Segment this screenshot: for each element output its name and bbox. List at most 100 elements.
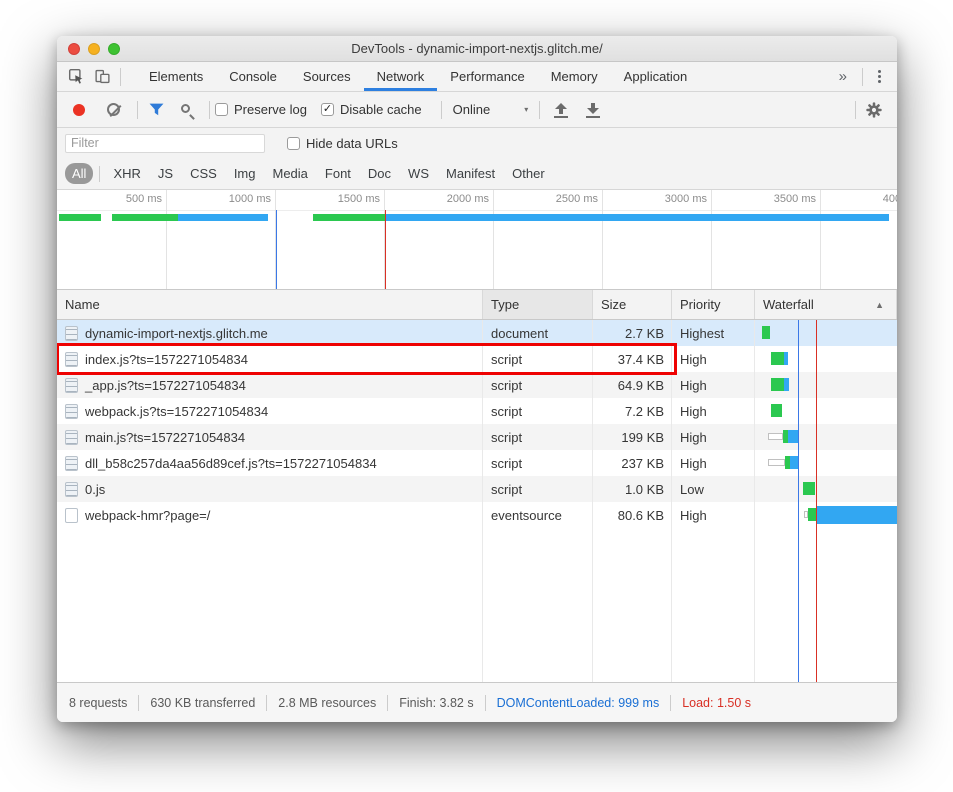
waterfall-cell[interactable]	[755, 502, 897, 528]
waterfall-cell[interactable]	[755, 398, 897, 424]
file-icon	[65, 482, 78, 497]
type-filter-img[interactable]: Img	[227, 163, 263, 184]
waterfall-cell[interactable]	[755, 372, 897, 398]
request-name-cell[interactable]: main.js?ts=1572271054834	[57, 424, 483, 450]
type-filter-manifest[interactable]: Manifest	[439, 163, 502, 184]
type-filter-font[interactable]: Font	[318, 163, 358, 184]
divider	[99, 166, 100, 182]
type-filter-media[interactable]: Media	[265, 163, 314, 184]
column-header-size[interactable]: Size	[593, 290, 672, 319]
filter-funnel-icon[interactable]	[143, 98, 169, 122]
table-row[interactable]: main.js?ts=1572271054834script199 KBHigh	[57, 424, 897, 450]
hide-data-urls-label[interactable]: Hide data URLs	[306, 136, 398, 151]
table-row[interactable]: dll_b58c257da4aa56d89cef.js?ts=157227105…	[57, 450, 897, 476]
type-filter-doc[interactable]: Doc	[361, 163, 398, 184]
divider	[57, 210, 897, 211]
status-item: 2.8 MB resources	[278, 696, 376, 710]
tab-performance[interactable]: Performance	[437, 62, 537, 91]
type-filter-ws[interactable]: WS	[401, 163, 436, 184]
clear-network-log-icon[interactable]	[107, 103, 120, 116]
import-har-icon[interactable]	[553, 102, 569, 118]
tab-memory[interactable]: Memory	[538, 62, 611, 91]
waterfall-waiting-bar	[762, 326, 770, 339]
close-window-icon[interactable]	[68, 43, 80, 55]
tab-elements[interactable]: Elements	[136, 62, 216, 91]
more-tabs-chevron-icon[interactable]: »	[829, 68, 857, 85]
request-name-cell[interactable]: dynamic-import-nextjs.glitch.me	[57, 320, 483, 346]
request-name-cell[interactable]: dll_b58c257da4aa56d89cef.js?ts=157227105…	[57, 450, 483, 476]
waterfall-download-bar	[784, 352, 788, 365]
status-item: Load: 1.50 s	[682, 696, 751, 710]
table-row[interactable]: webpack-hmr?page=/ eventsource80.6 KBHigh	[57, 502, 897, 528]
table-row[interactable]: 0.jsscript1.0 KBLow	[57, 476, 897, 502]
table-row[interactable]: dynamic-import-nextjs.glitch.medocument2…	[57, 320, 897, 346]
search-icon[interactable]	[181, 104, 190, 113]
devtools-menu-icon[interactable]	[868, 70, 891, 83]
request-size-cell: 80.6 KB	[593, 502, 672, 528]
requests-table-body: dynamic-import-nextjs.glitch.medocument2…	[57, 320, 897, 682]
timeline-gridline	[820, 190, 821, 289]
record-network-log-icon[interactable]	[73, 104, 85, 116]
column-header-type[interactable]: Type	[483, 290, 593, 319]
waterfall-cell[interactable]	[755, 320, 897, 346]
divider	[485, 695, 486, 711]
hide-data-urls-checkbox[interactable]	[287, 137, 300, 150]
tab-network[interactable]: Network	[364, 62, 438, 91]
request-priority-cell: High	[672, 450, 755, 476]
column-header-waterfall[interactable]: Waterfall▲	[755, 290, 897, 319]
table-row[interactable]: index.js?ts=1572271054834script37.4 KBHi…	[57, 346, 897, 372]
request-type-cell: script	[483, 398, 593, 424]
column-header-priority[interactable]: Priority	[672, 290, 755, 319]
request-type-cell: eventsource	[483, 502, 593, 528]
device-toolbar-icon[interactable]	[89, 65, 115, 89]
file-icon	[65, 404, 78, 419]
preserve-log-label[interactable]: Preserve log	[234, 102, 307, 117]
zoom-window-icon[interactable]	[108, 43, 120, 55]
type-filter-js[interactable]: JS	[151, 163, 180, 184]
waterfall-cell[interactable]	[755, 346, 897, 372]
request-name-cell[interactable]: webpack-hmr?page=/	[57, 502, 483, 528]
request-size-cell: 2.7 KB	[593, 320, 672, 346]
table-row[interactable]: _app.js?ts=1572271054834script64.9 KBHig…	[57, 372, 897, 398]
export-har-icon[interactable]	[585, 102, 601, 118]
table-row[interactable]: webpack.js?ts=1572271054834script7.2 KBH…	[57, 398, 897, 424]
waterfall-cell[interactable]	[755, 424, 897, 450]
waterfall-cell[interactable]	[755, 476, 897, 502]
column-header-label: Size	[601, 297, 626, 312]
request-priority-cell: High	[672, 502, 755, 528]
request-name: webpack-hmr?page=/	[85, 508, 210, 523]
overview-waiting-bar	[112, 214, 178, 221]
request-size-cell: 1.0 KB	[593, 476, 672, 502]
type-filter-other[interactable]: Other	[505, 163, 552, 184]
tab-application[interactable]: Application	[611, 62, 701, 91]
request-name-cell[interactable]: index.js?ts=1572271054834	[57, 346, 483, 372]
request-name-cell[interactable]: 0.js	[57, 476, 483, 502]
preserve-log-checkbox[interactable]	[215, 103, 228, 116]
request-priority-cell: Low	[672, 476, 755, 502]
request-name-cell[interactable]: webpack.js?ts=1572271054834	[57, 398, 483, 424]
minimize-window-icon[interactable]	[88, 43, 100, 55]
column-divider	[482, 320, 483, 682]
disable-cache-checkbox[interactable]: ✓	[321, 103, 334, 116]
request-name: index.js?ts=1572271054834	[85, 352, 248, 367]
filter-input[interactable]	[65, 134, 265, 153]
column-header-name[interactable]: Name	[57, 290, 483, 319]
type-filter-all[interactable]: All	[65, 163, 93, 184]
disable-cache-label[interactable]: Disable cache	[340, 102, 422, 117]
file-icon	[65, 430, 78, 445]
tab-console[interactable]: Console	[216, 62, 290, 91]
type-filter-css[interactable]: CSS	[183, 163, 224, 184]
type-filter-xhr[interactable]: XHR	[106, 163, 147, 184]
waterfall-cell[interactable]	[755, 450, 897, 476]
tab-sources[interactable]: Sources	[290, 62, 364, 91]
request-name-cell[interactable]: _app.js?ts=1572271054834	[57, 372, 483, 398]
inspect-element-icon[interactable]	[63, 65, 89, 89]
divider	[387, 695, 388, 711]
request-name: dll_b58c257da4aa56d89cef.js?ts=157227105…	[85, 456, 377, 471]
settings-gear-icon[interactable]	[861, 98, 887, 122]
network-overview-timeline[interactable]: 500 ms1000 ms1500 ms2000 ms2500 ms3000 m…	[57, 190, 897, 290]
throttling-dropdown[interactable]: Online ▾	[453, 102, 529, 117]
traffic-lights	[68, 43, 120, 55]
request-priority-cell: Highest	[672, 320, 755, 346]
waterfall-download-bar	[816, 506, 897, 524]
